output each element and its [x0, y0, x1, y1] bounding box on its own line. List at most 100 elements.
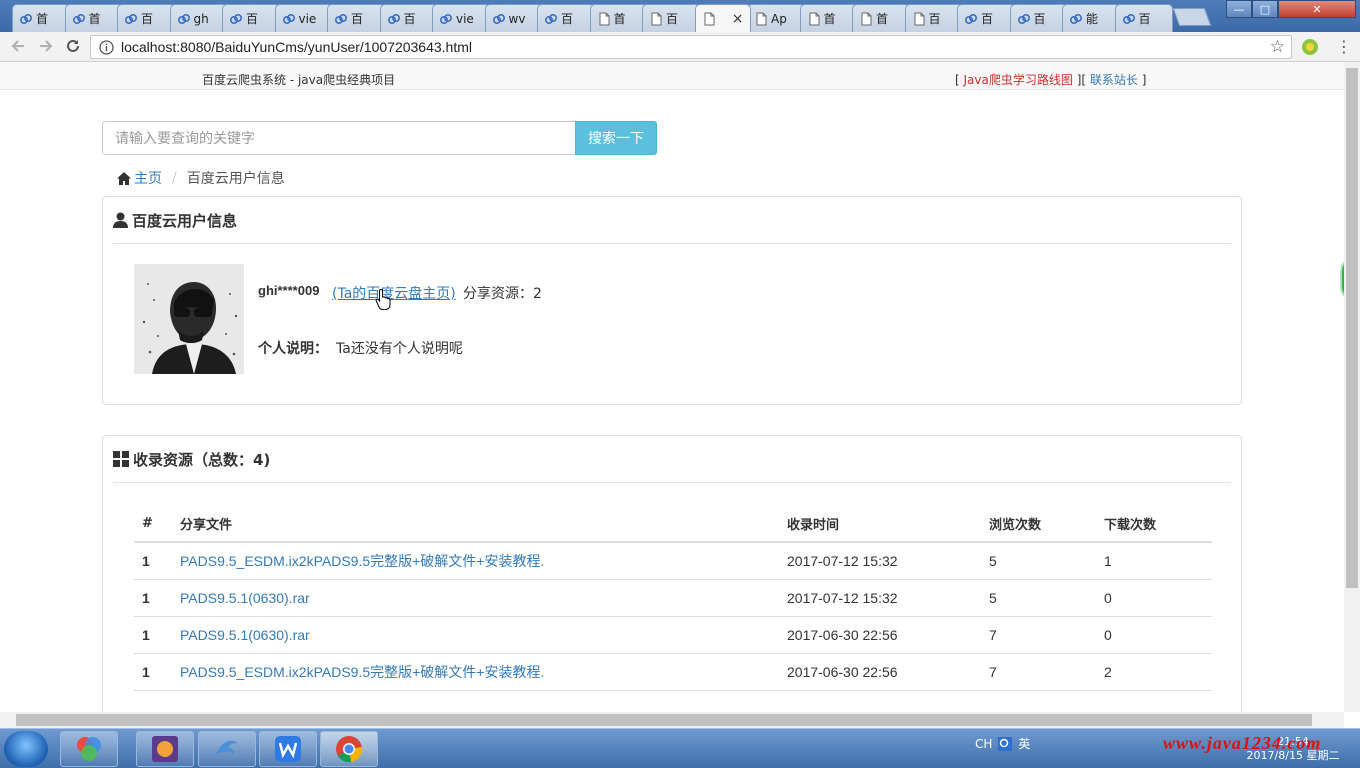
ime-search-icon[interactable] — [998, 736, 1013, 751]
search-button[interactable]: 搜索一下 — [575, 121, 657, 155]
browser-tab-label: 百 — [403, 12, 416, 26]
row-time: 2017-07-12 15:32 — [779, 542, 981, 580]
browser-tab[interactable]: 百 — [117, 4, 175, 32]
cloud-icon — [177, 13, 190, 24]
browser-tab-label: 能 — [1086, 12, 1099, 26]
browser-tab[interactable]: Ap — [747, 4, 805, 32]
baidu-homepage-link[interactable]: (Ta的百度云盘主页) — [332, 283, 456, 303]
taskbar-app-terminal[interactable] — [198, 731, 256, 767]
resources-table: # 分享文件 收录时间 浏览次数 下载次数 1 PADS9.5_ESDM.ix2… — [134, 506, 1212, 691]
photo-app-icon — [77, 737, 101, 761]
row-time: 2017-07-12 15:32 — [779, 579, 981, 617]
user-panel-heading: 百度云用户信息 — [113, 197, 1231, 244]
start-button[interactable] — [4, 731, 48, 767]
browser-tab[interactable]: 百 — [957, 4, 1015, 32]
page-icon — [756, 12, 767, 25]
url-text[interactable]: localhost:8080/BaiduYunCms/yunUser/10072… — [121, 39, 472, 55]
browser-tab[interactable]: 百 — [327, 4, 385, 32]
vertical-scroll-thumb[interactable] — [1346, 68, 1358, 588]
browser-tab-label: 百 — [981, 12, 994, 26]
browser-tab[interactable]: 百 — [1114, 4, 1173, 32]
new-tab-button[interactable] — [1172, 8, 1212, 26]
info-icon[interactable] — [99, 40, 114, 55]
browser-tab[interactable]: vie — [274, 4, 333, 32]
row-downloads: 0 — [1096, 616, 1212, 654]
resources-panel-heading: 收录资源（总数：4) — [113, 436, 1231, 483]
browser-tab[interactable]: 百 — [379, 4, 438, 32]
cloud-icon — [124, 13, 138, 24]
column-header: # — [134, 506, 172, 543]
page-icon — [914, 12, 924, 25]
browser-tab[interactable]: 百 — [1009, 4, 1068, 32]
row-time: 2017-06-30 22:56 — [779, 616, 981, 654]
reload-icon — [67, 39, 79, 52]
browser-tab-label: 首 — [36, 12, 49, 26]
search-input[interactable] — [102, 121, 576, 155]
user-info-panel: 百度云用户信息 ghi****009 (Ta的百度云盘主页) 分享资源：2 个人… — [102, 196, 1242, 405]
cloud-icon — [1069, 13, 1083, 24]
browser-tab-strip: 首 首 百 gh 百 vie 百 百 vie wv 百 首 百 × Ap 首 首 百 百 百 能 百 — [0, 0, 1360, 32]
windows-taskbar: CH 英 21:54 2017/8/15 星期二 — [0, 728, 1360, 768]
browser-tab[interactable]: 能 — [1062, 4, 1120, 32]
java-ide-icon — [152, 736, 178, 762]
tab-close-icon[interactable]: × — [732, 11, 744, 27]
column-header: 下载次数 — [1096, 506, 1212, 543]
address-bar[interactable]: localhost:8080/BaiduYunCms/yunUser/10072… — [90, 35, 1292, 59]
file-link[interactable]: PADS9.5.1(0630).rar — [180, 627, 310, 643]
back-button[interactable] — [8, 37, 28, 57]
horizontal-scroll-thumb[interactable] — [16, 714, 1312, 726]
browser-tab[interactable]: 首 — [799, 4, 858, 32]
window-close-button[interactable]: ✕ — [1278, 0, 1356, 18]
cloud-icon — [439, 13, 453, 24]
extension-icon[interactable] — [1301, 38, 1319, 56]
page-icon — [704, 12, 714, 25]
restore-button[interactable]: □ — [1252, 0, 1278, 18]
cloud-icon — [19, 13, 33, 24]
home-icon[interactable] — [116, 171, 132, 186]
browser-tab[interactable]: wv — [484, 4, 543, 32]
column-header: 分享文件 — [172, 506, 779, 543]
browser-tab-label: 百 — [141, 12, 154, 26]
input-language[interactable]: CH — [975, 737, 992, 751]
site-top-bar: 百度云爬虫系统 - java爬虫经典项目 [ Java爬虫学习路线图 ][ 联系… — [0, 62, 1344, 90]
forward-button[interactable] — [36, 37, 56, 57]
browser-tab[interactable]: × — [694, 4, 751, 32]
system-tray: CH 英 — [975, 735, 1030, 752]
vertical-scrollbar[interactable] — [1344, 62, 1360, 712]
breadcrumb-home-link[interactable]: 主页 — [134, 168, 162, 188]
taskbar-app-photos[interactable] — [60, 731, 118, 767]
browser-tab-label: 百 — [351, 12, 364, 26]
horizontal-scrollbar[interactable] — [0, 712, 1344, 728]
browser-tab[interactable]: 首 — [64, 4, 123, 32]
browser-tab[interactable]: 百 — [904, 4, 963, 32]
file-link[interactable]: PADS9.5_ESDM.ix2kPADS9.5完整版+破解文件+安装教程. — [180, 553, 544, 569]
resources-panel-title: 收录资源（总数：4) — [133, 450, 271, 469]
taskbar-app-wps[interactable] — [259, 731, 317, 767]
row-time: 2017-06-30 22:56 — [779, 653, 981, 691]
grid-icon — [113, 451, 129, 467]
reload-button[interactable] — [63, 37, 83, 57]
minimize-button[interactable]: — — [1226, 0, 1252, 18]
taskbar-app-eclipse[interactable] — [136, 731, 194, 767]
contact-link[interactable]: 联系站长 — [1090, 73, 1138, 87]
browser-tab[interactable]: vie — [432, 4, 490, 32]
cloud-icon — [964, 13, 978, 24]
browser-tab[interactable]: 首 — [12, 4, 70, 32]
ime-mode[interactable]: 英 — [1018, 735, 1030, 752]
row-views: 5 — [981, 542, 1096, 580]
file-link[interactable]: PADS9.5_ESDM.ix2kPADS9.5完整版+破解文件+安装教程. — [180, 664, 544, 680]
browser-tab[interactable]: 百 — [537, 4, 595, 32]
taskbar-app-chrome[interactable] — [320, 731, 378, 767]
browser-tab[interactable]: 百 — [642, 4, 700, 32]
browser-tab[interactable]: gh — [169, 4, 228, 32]
column-header: 浏览次数 — [981, 506, 1096, 543]
row-downloads: 1 — [1096, 542, 1212, 580]
browser-tab-label: 百 — [246, 12, 259, 26]
bookmark-star-icon[interactable]: ☆ — [1270, 37, 1285, 57]
browser-tab[interactable]: 首 — [852, 4, 910, 32]
browser-tab[interactable]: 首 — [589, 4, 648, 32]
browser-menu-icon[interactable]: ⋮ — [1336, 37, 1352, 56]
browser-tab[interactable]: 百 — [222, 4, 280, 32]
roadmap-link[interactable]: Java爬虫学习路线图 — [964, 73, 1073, 87]
file-link[interactable]: PADS9.5.1(0630).rar — [180, 590, 310, 606]
